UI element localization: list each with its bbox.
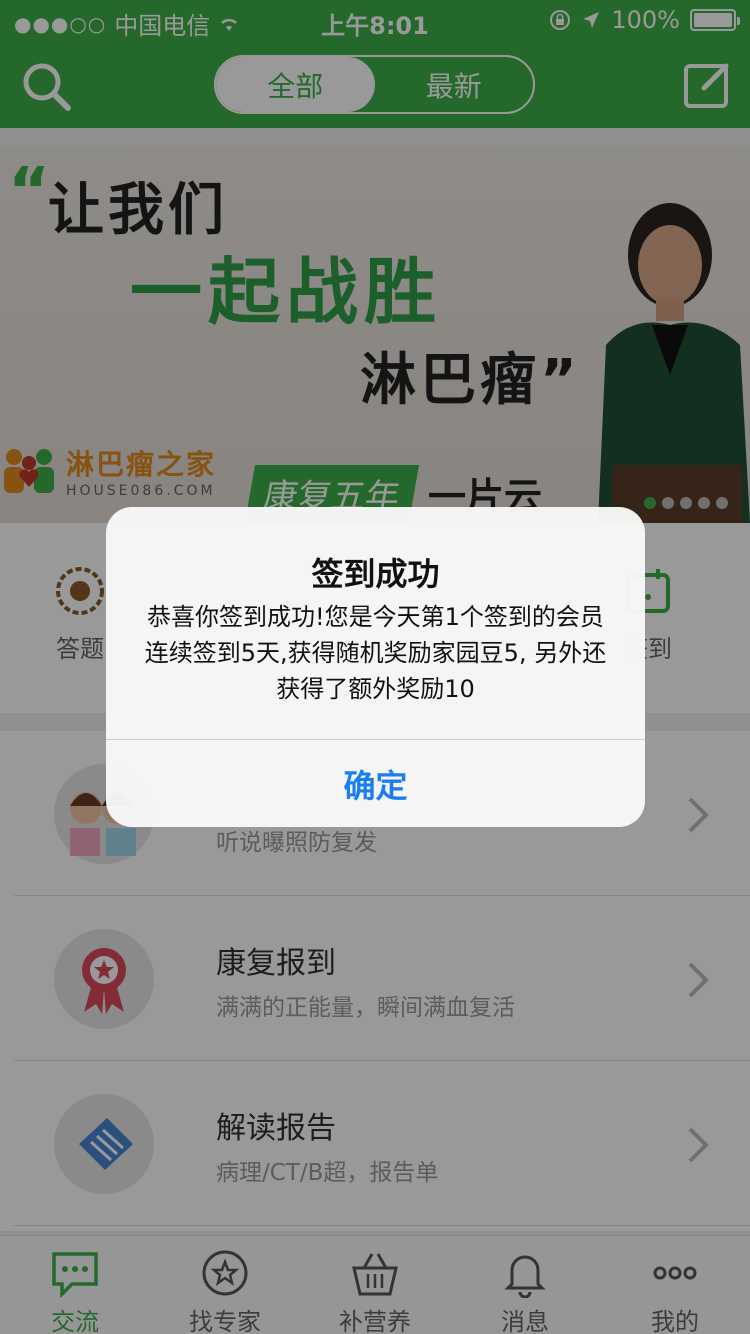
alert-message: 恭喜你签到成功!您是今天第1个签到的会员连续签到5天,获得随机奖励家园豆5, 另… [144,603,607,703]
checkin-success-alert: 签到成功 恭喜你签到成功!您是今天第1个签到的会员连续签到5天,获得随机奖励家园… [106,507,645,827]
alert-title: 签到成功 [311,555,440,593]
confirm-button[interactable]: 确定 [106,740,645,827]
